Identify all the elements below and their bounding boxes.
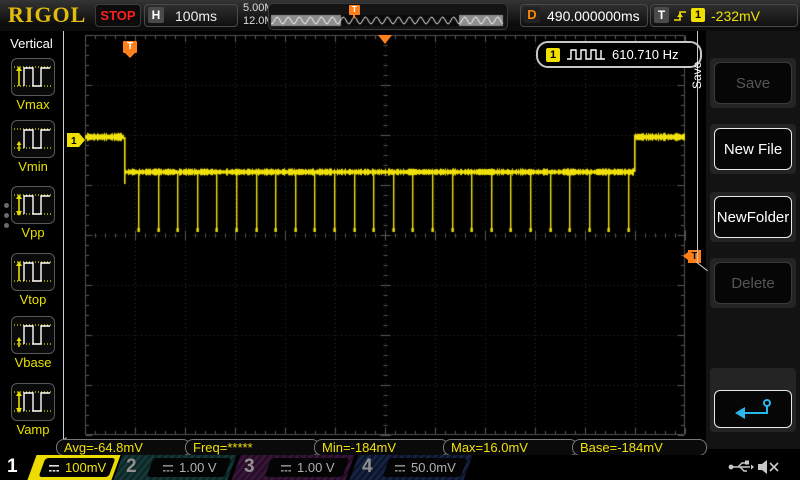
new-file-button[interactable]: New File	[714, 128, 792, 170]
waveform-display	[0, 0, 800, 480]
sidebar-item-vbase[interactable]: Vbase	[10, 316, 56, 370]
trigger-source-badge: 1	[691, 8, 705, 22]
vamp-icon	[11, 383, 55, 421]
channel4-scale-box[interactable]: 50.0mV	[383, 458, 468, 477]
trigger-icon: T	[654, 7, 669, 23]
speaker-muted-icon	[757, 459, 781, 475]
trigger-status-box: T 1 -232mV	[650, 4, 798, 27]
channel1-scale: 100mV	[65, 460, 106, 475]
sidebar-item-vtop[interactable]: Vtop	[10, 253, 56, 307]
vmin-icon	[11, 120, 55, 158]
measurement-base: Base=-184mV	[572, 439, 707, 456]
menu-slot	[710, 368, 796, 432]
svg-text:1: 1	[71, 136, 77, 147]
sidebar-item-vpp[interactable]: Vpp	[10, 186, 56, 240]
ch1-level-marker[interactable]: 1	[67, 133, 86, 148]
measurement-min: Min=-184mV	[314, 439, 449, 456]
measurement-avg: Avg=-64.8mV	[56, 439, 191, 456]
sidebar-title: Vertical	[0, 36, 63, 51]
sidebar-item-label: Vbase	[10, 355, 56, 370]
channel1-scale-box[interactable]: 100mV	[39, 458, 116, 477]
menu-slot: New File	[710, 124, 796, 174]
memory-waveform-preview	[269, 4, 505, 27]
dc-coupling-icon	[48, 463, 60, 473]
menu-tab-save: Save	[690, 52, 706, 98]
frequency-counter: 1 610.710 Hz	[536, 41, 702, 68]
channel3-number: 3	[244, 456, 255, 478]
trigger-position-marker[interactable]	[378, 35, 392, 44]
channel4-scale: 50.0mV	[411, 460, 456, 475]
sidebar-item-label: Vamp	[10, 422, 56, 437]
delay-box: D 490.000000ms	[520, 4, 648, 27]
menu-slot: Delete	[710, 258, 796, 308]
sidebar-item-vmin[interactable]: Vmin	[10, 120, 56, 174]
channel2-scale-box[interactable]: 1.00 V	[147, 458, 232, 477]
delay-value: 490.000000ms	[547, 8, 640, 24]
channel1-number: 1	[7, 456, 18, 478]
horizontal-timebase-box[interactable]: H 100ms	[144, 4, 238, 27]
top-status-bar: RIGOL STOP H 100ms 5.00MSa/s12.0M pts T …	[0, 0, 800, 32]
trigger-level-marker[interactable]: T	[688, 250, 701, 263]
measurement-max: Max=16.0mV	[443, 439, 578, 456]
oscilloscope-screen: { "header": { "brand": "RIGOL", "run_sta…	[0, 0, 800, 480]
delay-icon: D	[524, 7, 540, 23]
sidebar-item-label: Vmax	[10, 97, 56, 112]
sidebar-item-label: Vpp	[10, 225, 56, 240]
save-button[interactable]: Save	[714, 62, 792, 104]
dc-coupling-icon	[162, 463, 174, 473]
sidebar-item-vmax[interactable]: Vmax	[10, 58, 56, 112]
freq-value: 610.710 Hz	[612, 47, 679, 62]
channel4-number: 4	[362, 456, 373, 478]
new-folder-button[interactable]: NewFolder	[714, 196, 792, 238]
dc-coupling-icon	[280, 463, 292, 473]
channel3-scale-box[interactable]: 1.00 V	[265, 458, 350, 477]
freq-channel-badge: 1	[546, 48, 560, 62]
vpp-icon	[11, 186, 55, 224]
vbase-icon	[11, 316, 55, 354]
page-dot	[4, 203, 9, 208]
sidebar-item-label: Vmin	[10, 159, 56, 174]
trigger-time-flag: T	[123, 41, 137, 53]
measurement-freq: Freq=*****	[185, 439, 320, 456]
rigol-logo: RIGOL	[8, 2, 86, 28]
rising-edge-icon	[673, 8, 689, 23]
menu-slot: Save	[710, 58, 796, 108]
menu-slot: NewFolder	[710, 192, 796, 242]
timebase-value: 100ms	[175, 8, 217, 24]
return-arrow-icon	[733, 397, 773, 421]
square-wave-icon	[566, 47, 606, 62]
page-dot	[4, 223, 9, 228]
waveform-position-bar: T	[268, 3, 508, 30]
usb-icon	[728, 459, 754, 475]
vmax-icon	[11, 58, 55, 96]
sidebar-divider	[63, 31, 64, 439]
position-trigger-marker: T	[349, 5, 360, 15]
vtop-icon	[11, 253, 55, 291]
run-state-badge[interactable]: STOP	[95, 4, 141, 27]
dc-coupling-icon	[394, 463, 406, 473]
channel3-scale: 1.00 V	[297, 460, 335, 475]
sidebar-item-label: Vtop	[10, 292, 56, 307]
channel2-scale: 1.00 V	[179, 460, 217, 475]
page-dot	[4, 213, 9, 218]
sidebar-item-vamp[interactable]: Vamp	[10, 383, 56, 437]
delete-button[interactable]: Delete	[714, 262, 792, 304]
back-button[interactable]	[714, 390, 792, 428]
horizontal-icon: H	[148, 7, 164, 23]
channel2-number: 2	[126, 456, 137, 478]
trigger-level-value: -232mV	[711, 8, 760, 24]
